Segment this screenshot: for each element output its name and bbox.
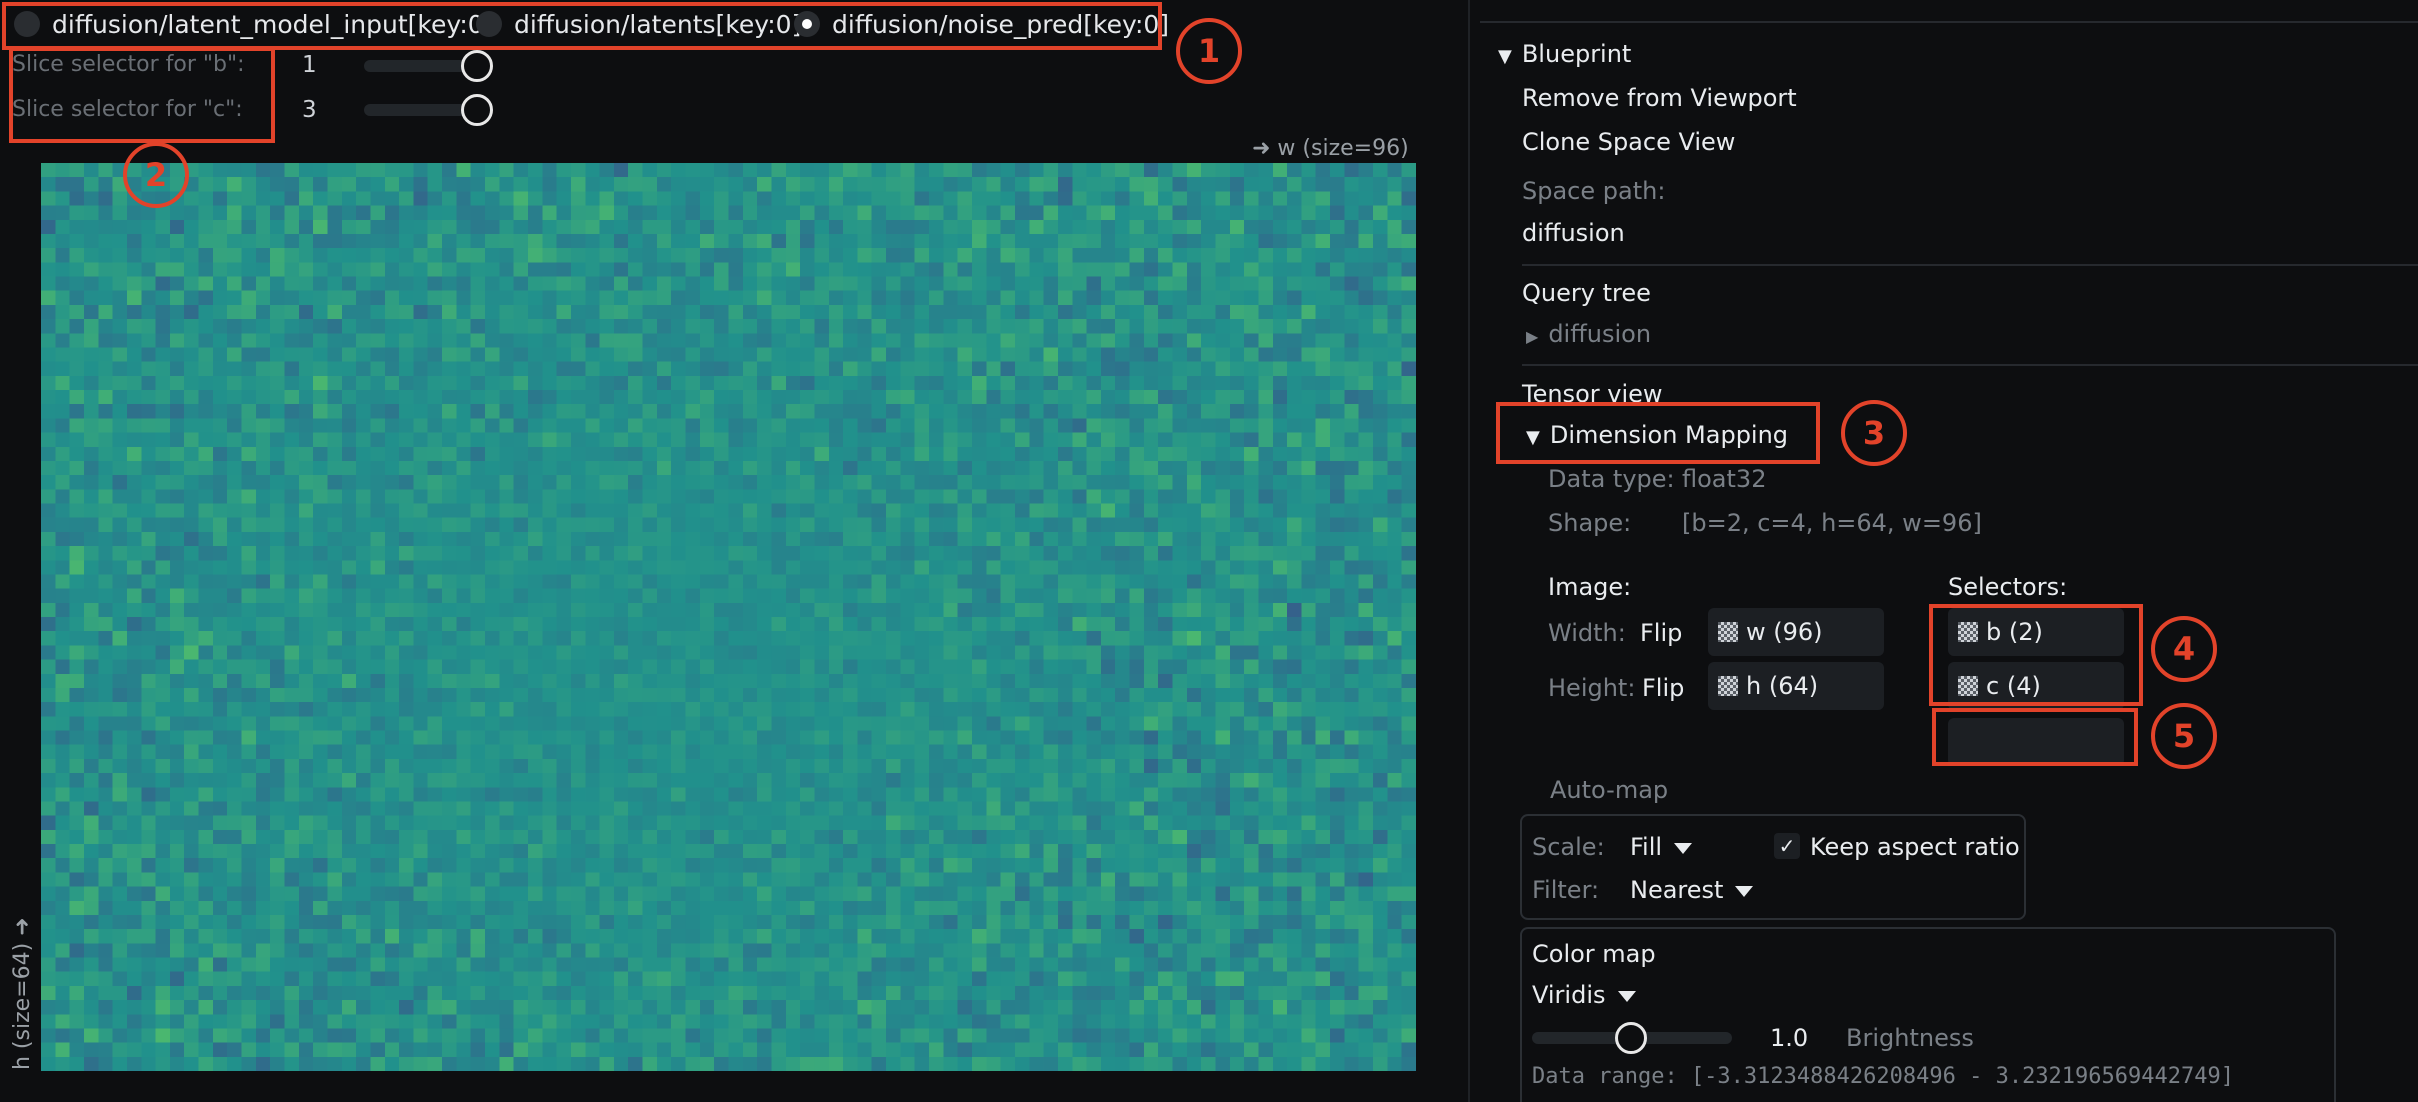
blueprint-header[interactable]: ▼ Blueprint bbox=[1498, 40, 1631, 68]
slice-selector-c-value: 3 bbox=[302, 97, 317, 123]
annotation-box-4 bbox=[1929, 604, 2143, 706]
query-tree-header: Query tree bbox=[1522, 279, 1651, 307]
remove-from-viewport-button[interactable]: Remove from Viewport bbox=[1522, 84, 1797, 112]
collapsed-triangle-icon: ▶ bbox=[1526, 327, 1539, 346]
space-path-value: diffusion bbox=[1522, 219, 1625, 247]
width-dimension-chip[interactable]: w (96) bbox=[1708, 608, 1884, 656]
divider bbox=[1522, 264, 2418, 266]
expanded-triangle-icon: ▼ bbox=[1498, 46, 1512, 67]
color-map-dropdown[interactable]: Viridis bbox=[1532, 981, 1636, 1009]
annotation-box-5 bbox=[1932, 708, 2138, 766]
image-section-label: Image: bbox=[1548, 573, 1632, 601]
annotation-marker-4: 4 bbox=[2151, 616, 2217, 682]
query-tree-item-label: diffusion bbox=[1548, 320, 1652, 348]
divider bbox=[1522, 364, 2418, 366]
color-map-dropdown-value: Viridis bbox=[1532, 981, 1606, 1009]
keep-aspect-ratio-checkbox[interactable]: ✓ bbox=[1774, 833, 1800, 859]
height-axis-label: h (size=64) ➜ bbox=[10, 917, 35, 1070]
brightness-label: Brightness bbox=[1846, 1024, 1974, 1052]
scale-dropdown[interactable]: Fill bbox=[1630, 833, 1693, 861]
width-axis-label: ➜ w (size=96) bbox=[1252, 136, 1409, 161]
scale-filter-box bbox=[1520, 814, 2026, 920]
slice-selector-c-knob[interactable] bbox=[461, 94, 493, 126]
data-type-value: float32 bbox=[1682, 465, 1767, 493]
chevron-down-icon bbox=[1617, 990, 1636, 1002]
keep-aspect-ratio-label[interactable]: Keep aspect ratio bbox=[1810, 833, 2020, 861]
width-label: Width: bbox=[1548, 619, 1626, 647]
drag-handle-icon bbox=[1718, 676, 1738, 696]
filter-dropdown[interactable]: Nearest bbox=[1630, 876, 1754, 904]
color-map-header: Color map bbox=[1532, 940, 1656, 968]
filter-dropdown-value: Nearest bbox=[1630, 876, 1724, 904]
annotation-marker-3: 3 bbox=[1841, 400, 1907, 466]
width-flip-button[interactable]: Flip bbox=[1640, 619, 1682, 647]
annotation-box-2 bbox=[9, 47, 275, 143]
height-flip-button[interactable]: Flip bbox=[1642, 674, 1684, 702]
height-dimension-label: h (64) bbox=[1746, 672, 1819, 700]
brightness-knob[interactable] bbox=[1615, 1022, 1647, 1054]
slice-selector-b-value: 1 bbox=[302, 52, 317, 78]
checkmark-icon: ✓ bbox=[1778, 834, 1796, 858]
scale-dropdown-value: Fill bbox=[1630, 833, 1663, 861]
data-range-text: Data range: [-3.3123488426208496 - 3.232… bbox=[1532, 1064, 2234, 1089]
annotation-marker-1: 1 bbox=[1176, 18, 1242, 84]
shape-label: Shape: bbox=[1548, 509, 1632, 537]
divider bbox=[1480, 21, 2418, 23]
annotation-marker-2: 2 bbox=[123, 142, 189, 208]
annotation-marker-5: 5 bbox=[2151, 703, 2217, 769]
auto-map-button[interactable]: Auto-map bbox=[1550, 776, 1668, 804]
blueprint-header-label: Blueprint bbox=[1521, 40, 1632, 68]
brightness-value[interactable]: 1.0 bbox=[1770, 1024, 1808, 1052]
selectors-section-label: Selectors: bbox=[1948, 573, 2068, 601]
drag-handle-icon bbox=[1718, 622, 1738, 642]
tensor-image[interactable] bbox=[41, 163, 1416, 1071]
annotation-box-3 bbox=[1496, 402, 1820, 464]
space-path-label: Space path: bbox=[1522, 177, 1666, 205]
query-tree-item-diffusion[interactable]: ▶ diffusion bbox=[1526, 320, 1651, 348]
data-type-label: Data type: bbox=[1548, 465, 1675, 493]
height-label: Height: bbox=[1548, 674, 1636, 702]
selection-panel: ▼ Blueprint Remove from Viewport Clone Sp… bbox=[1470, 0, 2418, 1102]
scale-label: Scale: bbox=[1532, 833, 1605, 861]
tensor-view-panel: diffusion/latent_model_input[key:0] diff… bbox=[0, 0, 1468, 1102]
filter-label: Filter: bbox=[1532, 876, 1600, 904]
slice-selector-b-knob[interactable] bbox=[461, 50, 493, 82]
shape-value: [b=2, c=4, h=64, w=96] bbox=[1682, 509, 1982, 537]
height-dimension-chip[interactable]: h (64) bbox=[1708, 662, 1884, 710]
chevron-down-icon bbox=[1674, 842, 1693, 854]
clone-space-view-button[interactable]: Clone Space View bbox=[1522, 128, 1735, 156]
annotation-box-1 bbox=[2, 2, 1162, 50]
width-dimension-label: w (96) bbox=[1746, 618, 1823, 646]
chevron-down-icon bbox=[1735, 885, 1754, 897]
